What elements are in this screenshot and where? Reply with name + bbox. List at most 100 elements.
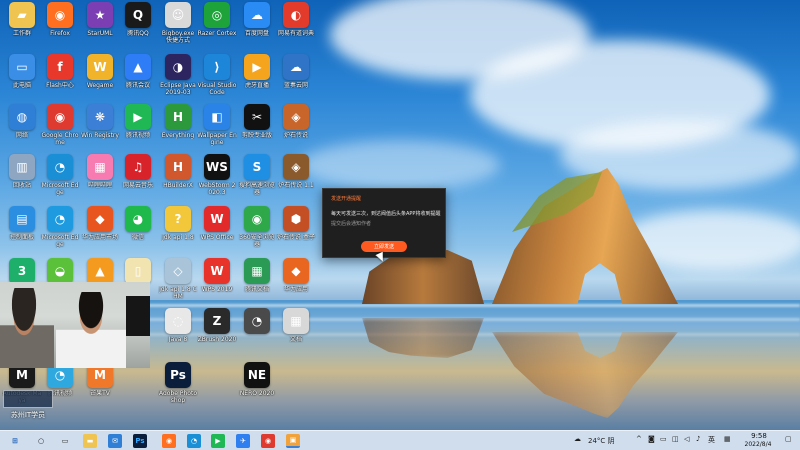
- desktop-icon-label: Bigboy.exe 快捷方式: [161, 30, 195, 44]
- taskbar-start-icon[interactable]: ⊞: [8, 434, 22, 448]
- desktop-icon[interactable]: ? jdk api 1.8: [158, 206, 198, 258]
- desktop-icon[interactable]: ◆ 华为应用市场: [80, 206, 120, 258]
- desktop-icon[interactable]: ⟩ Visual Studio Code: [197, 54, 237, 106]
- desktop-icon[interactable]: ◉ Firefox: [40, 2, 80, 54]
- display-icon[interactable]: ◫: [672, 435, 679, 443]
- app-icon: ⬢: [283, 206, 309, 232]
- desktop-icon[interactable]: ◔ Microsoft Edge: [40, 206, 80, 258]
- desktop-icon[interactable]: ◕ 微信: [118, 206, 158, 258]
- network-icon[interactable]: ▭: [660, 435, 667, 443]
- desktop-icon[interactable]: S 搜狗高速浏览器: [237, 154, 277, 206]
- desktop-icon[interactable]: ▶ 腾讯视频: [118, 104, 158, 156]
- taskbar-video-icon[interactable]: ▶: [211, 434, 225, 448]
- taskbar-explorer-icon[interactable]: ▬: [83, 434, 97, 448]
- notification-icon[interactable]: ▢: [785, 435, 792, 443]
- taskbar-photoshop-icon[interactable]: Ps: [133, 434, 147, 448]
- desktop-icon[interactable]: ✂ 剪映专业版: [237, 104, 277, 156]
- desktop-icon-label: Google Chrome: [41, 132, 79, 146]
- clock-time[interactable]: 9:58: [744, 432, 774, 440]
- app-icon: ◔: [244, 308, 270, 334]
- desktop-icon[interactable]: ◆ 华为应用: [276, 258, 316, 310]
- desktop-icon-label: WebStorm 2020.3: [198, 182, 236, 196]
- desktop-icon-label: 炉石传说 盒子: [277, 234, 315, 241]
- app-icon: ▲: [125, 54, 151, 80]
- desktop-icon[interactable]: ◐ 网易有道词典: [276, 2, 316, 54]
- desktop-icon[interactable]: ◔: [237, 308, 277, 360]
- app-icon: NE: [244, 362, 270, 388]
- desktop-icon-label: 华为应用市场: [81, 234, 118, 241]
- desktop-icon[interactable]: ▰ 工作群: [2, 2, 42, 54]
- desktop-icon[interactable]: ◔ Microsoft Edge: [40, 154, 80, 206]
- desktop-icon-label: jdk api 1.8 CHM: [159, 286, 197, 300]
- desktop-icon[interactable]: W WPS Office: [197, 206, 237, 258]
- desktop-icon[interactable]: NE NERO 2020: [237, 362, 277, 414]
- desktop-icon[interactable]: ▦ 哔哩哔哩: [80, 154, 120, 206]
- taskbar-search-icon[interactable]: ○: [34, 434, 48, 448]
- desktop-icon[interactable]: ◎ Razer Cortex: [197, 2, 237, 54]
- desktop-icon-label: Adobe Photoshop: [158, 390, 197, 404]
- desktop-icon[interactable]: Ps Adobe Photoshop: [158, 362, 198, 414]
- desktop-icon[interactable]: ▦ 腾讯文档: [237, 258, 277, 310]
- desktop-icon[interactable]: ◉ Google Chrome: [40, 104, 80, 156]
- desktop-icon[interactable]: ◌ Java 8: [158, 308, 198, 360]
- desktop-icon[interactable]: Z ZBrush 2020: [197, 308, 237, 360]
- app-icon: ◔: [47, 154, 73, 180]
- input-method-indicator[interactable]: 英: [708, 435, 715, 445]
- send-now-button[interactable]: 立即发送: [361, 241, 407, 252]
- desktop-icon-label: Wegame: [86, 82, 114, 89]
- taskbar-mail-icon[interactable]: ✉: [108, 434, 122, 448]
- speaker-icon[interactable]: ♪: [696, 435, 700, 443]
- taskbar-chrome-icon[interactable]: ◉: [261, 434, 275, 448]
- desktop-icon[interactable]: WS WebStorm 2020.3: [197, 154, 237, 206]
- weather-text[interactable]: 24°C 阴: [588, 436, 615, 446]
- desktop-icon-label: Flash中心: [46, 82, 74, 89]
- app-icon: ◌: [165, 308, 191, 334]
- desktop-icon-label: 芒果TV: [90, 390, 110, 397]
- chevron-up-icon[interactable]: ^: [636, 435, 642, 443]
- clock-date[interactable]: 2022/8/4: [738, 441, 778, 448]
- app-icon: ☁: [244, 2, 270, 28]
- desktop-icon[interactable]: ▥ 回收站: [2, 154, 42, 206]
- desktop-icon[interactable]: M 芒果TV: [80, 362, 120, 414]
- app-icon: ◐: [283, 2, 309, 28]
- desktop-icon[interactable]: ▭ 此电脑: [2, 54, 42, 106]
- volume-icon[interactable]: ◁: [684, 435, 689, 443]
- taskbar-feishu-icon[interactable]: ✈: [236, 434, 250, 448]
- desktop-icon[interactable]: ❋ Win Registry: [80, 104, 120, 156]
- desktop-icon[interactable]: ◇ jdk api 1.8 CHM: [158, 258, 198, 310]
- desktop-icon[interactable]: ◍ 网络: [2, 104, 42, 156]
- desktop-icon[interactable]: ★ StarUML: [80, 2, 120, 54]
- desktop-icon[interactable]: ☁ 蓝奏云网: [276, 54, 316, 106]
- desktop-icon[interactable]: ▤ 控制面板: [2, 206, 42, 258]
- desktop-icon[interactable]: ◈ 炉石传说 1.1: [276, 154, 316, 206]
- desktop-icon[interactable]: f Flash中心: [40, 54, 80, 106]
- desktop-icon[interactable]: W WPS 2019: [197, 258, 237, 310]
- desktop-icon[interactable]: H Everything: [158, 104, 198, 156]
- desktop-icon[interactable]: H HBuilderX: [158, 154, 198, 206]
- desktop-icon[interactable]: ▲ 腾讯会议: [118, 54, 158, 106]
- desktop-icon[interactable]: ◈ 炉石传说: [276, 104, 316, 156]
- app-icon: ▦: [244, 258, 270, 284]
- desktop-icon[interactable]: ◧ Wallpaper Engine: [197, 104, 237, 156]
- tray-app-icon[interactable]: ◙: [648, 435, 655, 443]
- desktop-icon-label: 剪映专业版: [241, 132, 272, 139]
- desktop-icon[interactable]: ◑ Eclipse Java 2019-03: [158, 54, 198, 106]
- desktop-icon[interactable]: ☺ Bigboy.exe 快捷方式: [158, 2, 198, 54]
- taskbar-firefox-icon[interactable]: ◉: [162, 434, 176, 448]
- taskbar-edge-icon[interactable]: ◔: [187, 434, 201, 448]
- desktop-icon[interactable]: ◉ 360安全浏览器: [237, 206, 277, 258]
- taskbar-app-active-icon[interactable]: ▣: [286, 434, 300, 448]
- taskbar-task-view-icon[interactable]: ▭: [58, 434, 72, 448]
- desktop-icon-label: 百度网盘: [244, 30, 269, 37]
- desktop-icon[interactable]: Q 腾讯QQ: [118, 2, 158, 54]
- desktop-icon[interactable]: ▦ 文档: [276, 308, 316, 360]
- ime-grid-icon[interactable]: ▦: [724, 435, 731, 443]
- desktop-icon[interactable]: ☁ 百度网盘: [237, 2, 277, 54]
- desktop-icon[interactable]: ⬢ 炉石传说 盒子: [276, 206, 316, 258]
- desktop-icon[interactable]: ♫ 网易云音乐: [118, 154, 158, 206]
- desktop-icon[interactable]: ▶ 虎牙直播: [237, 54, 277, 106]
- app-icon: ✂: [244, 104, 270, 130]
- desktop-icon[interactable]: W Wegame: [80, 54, 120, 106]
- desktop-icon-label: WPS 2019: [201, 286, 233, 293]
- desktop-icon-label: 搜狗高速浏览器: [238, 182, 275, 196]
